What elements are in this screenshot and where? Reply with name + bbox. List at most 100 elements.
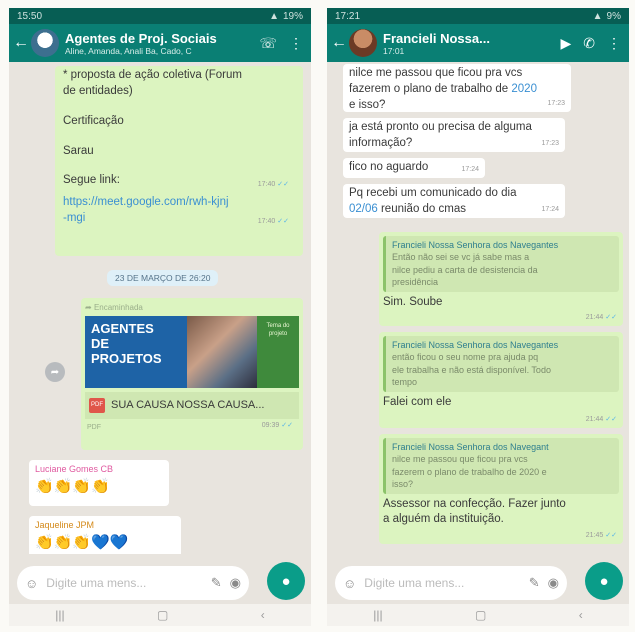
message-text: Pq recebi um comunicado do dia (349, 187, 517, 199)
signal-icon: ▲ (592, 10, 603, 22)
message-text: ja está pronto ou precisa de alguma (349, 121, 532, 133)
message-text: fazerem o plano de trabalho de 2020 (349, 82, 537, 95)
more-icon[interactable]: ⋮ (289, 35, 303, 52)
message-input-placeholder: Digite uma mens... (46, 576, 147, 590)
recents-icon[interactable]: ||| (55, 608, 64, 622)
message-text: * proposta de ação coletiva (Forum (63, 69, 242, 81)
left-phone: 15:50 ▲ 19% ← Agentes de Proj. Sociais Al… (9, 8, 311, 626)
message-text: 02/06 reunião do cmas (349, 202, 466, 215)
chat-subtitle: Aline, Amanda, Anali Ba, Cado, C (65, 45, 192, 56)
emoji-icon[interactable]: ☺ (25, 576, 38, 591)
message-text: Certificação (63, 114, 124, 127)
message-text: Segue link: 17:40 ✓✓ (63, 174, 289, 188)
message-bubble[interactable]: fico no aguardo 17:24 (343, 158, 485, 178)
message-time: 17:23 (547, 100, 565, 108)
message-input[interactable]: ☺ Digite uma mens... ✎ ◉ (335, 566, 567, 600)
android-nav-bar: ||| ▢ ‹ (9, 604, 311, 626)
chat-subtitle: 17:01 (383, 45, 405, 56)
chat-header: ← Agentes de Proj. Sociais Aline, Amanda… (9, 24, 311, 62)
mic-icon[interactable]: ● (585, 562, 623, 600)
message-input[interactable]: ☺ Digite uma mens... ✎ ◉ (17, 566, 249, 600)
group-avatar[interactable] (31, 29, 59, 57)
reply-message[interactable]: Francieli Nossa Senhora dos Navegant nil… (379, 434, 623, 544)
message-text: de entidades) (63, 84, 133, 97)
message-bubble[interactable]: Luciane Gomes CB 👏👏👏👏 (29, 460, 169, 506)
back-arrow-icon[interactable]: ← (331, 34, 347, 52)
thumbnail-side: Tema do projeto (257, 316, 299, 389)
message-text: Sim. Soube (383, 295, 443, 308)
message-time: 17:24 (461, 166, 479, 174)
forwarded-icon: ➦ (85, 303, 92, 312)
quoted-message[interactable]: Francieli Nossa Senhora dos Navegantes E… (383, 236, 619, 292)
recents-icon[interactable]: ||| (373, 608, 382, 622)
chat-title-area[interactable]: Agentes de Proj. Sociais Aline, Amanda, … (65, 31, 259, 56)
message-bubble[interactable]: Pq recebi um comunicado do dia 02/06 reu… (343, 184, 565, 218)
sender-name: Luciane Gomes CB (35, 464, 114, 474)
camera-icon[interactable]: ◉ (230, 575, 241, 591)
document-thumbnail[interactable]: AGENTES DE PROJETOS Tema do projeto (85, 316, 299, 389)
status-time: 15:50 (17, 10, 43, 22)
attach-icon[interactable]: ✎ (529, 575, 540, 591)
reply-message[interactable]: Francieli Nossa Senhora dos Navegantes e… (379, 332, 623, 428)
message-input-placeholder: Digite uma mens... (364, 576, 465, 590)
chat-area: * proposta de ação coletiva (Forum de en… (9, 62, 311, 554)
thumbnail-title: AGENTES DE PROJETOS (85, 316, 187, 389)
message-text: a alguém da instituição. (383, 513, 504, 526)
back-nav-icon[interactable]: ‹ (579, 608, 583, 622)
pdf-icon: PDF (89, 398, 105, 413)
quoted-author: Francieli Nossa Senhora dos Navegantes (392, 340, 559, 350)
message-bubble[interactable]: nilce me passou que ficou pra vcs fazere… (343, 64, 571, 112)
contact-avatar[interactable] (349, 29, 377, 57)
video-icon[interactable]: ▶ (560, 35, 571, 52)
quoted-message[interactable]: Francieli Nossa Senhora dos Navegantes e… (383, 336, 619, 392)
back-nav-icon[interactable]: ‹ (261, 608, 265, 622)
home-icon[interactable]: ▢ (157, 608, 168, 622)
quoted-author: Francieli Nossa Senhora dos Navegant (392, 442, 549, 452)
message-bubble[interactable]: * proposta de ação coletiva (Forum de en… (55, 66, 303, 256)
message-time: 17:23 (541, 140, 559, 148)
chat-header: ← Francieli Nossa... 17:01 ▶ ✆ ⋮ (327, 24, 629, 62)
meet-link-end[interactable]: -mgi (63, 212, 85, 224)
message-time: 17:24 (541, 206, 559, 214)
thumbnail-photo (187, 316, 257, 389)
document-filename: SUA CAUSA NOSSA CAUSA... (111, 399, 265, 412)
document-type: PDF (87, 424, 101, 432)
camera-icon[interactable]: ◉ (548, 575, 559, 591)
message-emoji: 👏👏👏💙💙 (35, 534, 129, 552)
quoted-message[interactable]: Francieli Nossa Senhora dos Navegant nil… (383, 438, 619, 494)
home-icon[interactable]: ▢ (475, 608, 486, 622)
status-bar: 17:21 ▲ 9% (327, 8, 629, 24)
chat-title: Francieli Nossa... (383, 30, 490, 46)
status-battery: 9% (606, 10, 621, 22)
message-bubble[interactable]: ja está pronto ou precisa de alguma info… (343, 118, 565, 152)
document-file-row[interactable]: PDF SUA CAUSA NOSSA CAUSA... (85, 392, 299, 420)
message-text: Sarau (63, 144, 94, 157)
chat-title-area[interactable]: Francieli Nossa... 17:01 (383, 31, 560, 56)
date-chip: 23 DE MARÇO DE 26:20 (107, 270, 219, 286)
android-nav-bar: ||| ▢ ‹ (327, 604, 629, 626)
status-bar: 15:50 ▲ 19% (9, 8, 311, 24)
meet-link[interactable]: https://meet.google.com/rwh-kjnj (63, 196, 229, 208)
status-time: 17:21 (335, 10, 361, 22)
document-message[interactable]: ➦ Encaminhada AGENTES DE PROJETOS Tema d… (81, 298, 303, 450)
message-emoji: 👏👏👏👏 (35, 478, 110, 496)
back-arrow-icon[interactable]: ← (13, 34, 29, 52)
message-text: informação? (349, 136, 413, 149)
mic-icon[interactable]: ● (267, 562, 305, 600)
status-battery: 19% (282, 10, 303, 22)
message-text: nilce me passou que ficou pra vcs (349, 67, 523, 79)
message-bubble[interactable]: Jaqueline JPM 👏👏👏💙💙 (29, 516, 181, 554)
chat-title: Agentes de Proj. Sociais (65, 30, 217, 46)
chat-area: nilce me passou que ficou pra vcs fazere… (327, 62, 629, 554)
signal-icon: ▲ (269, 10, 279, 22)
attach-icon[interactable]: ✎ (211, 575, 222, 591)
reply-message[interactable]: Francieli Nossa Senhora dos Navegantes E… (379, 232, 623, 326)
forward-icon[interactable]: ➦ (45, 362, 65, 382)
add-person-icon[interactable]: ☏ (259, 35, 277, 52)
message-text: Falei com ele (383, 395, 452, 408)
more-icon[interactable]: ⋮ (607, 35, 621, 52)
message-text: Assessor na confecção. Fazer junto (383, 497, 566, 510)
phone-icon[interactable]: ✆ (583, 35, 595, 52)
emoji-icon[interactable]: ☺ (343, 576, 356, 591)
quoted-author: Francieli Nossa Senhora dos Navegantes (392, 240, 559, 250)
